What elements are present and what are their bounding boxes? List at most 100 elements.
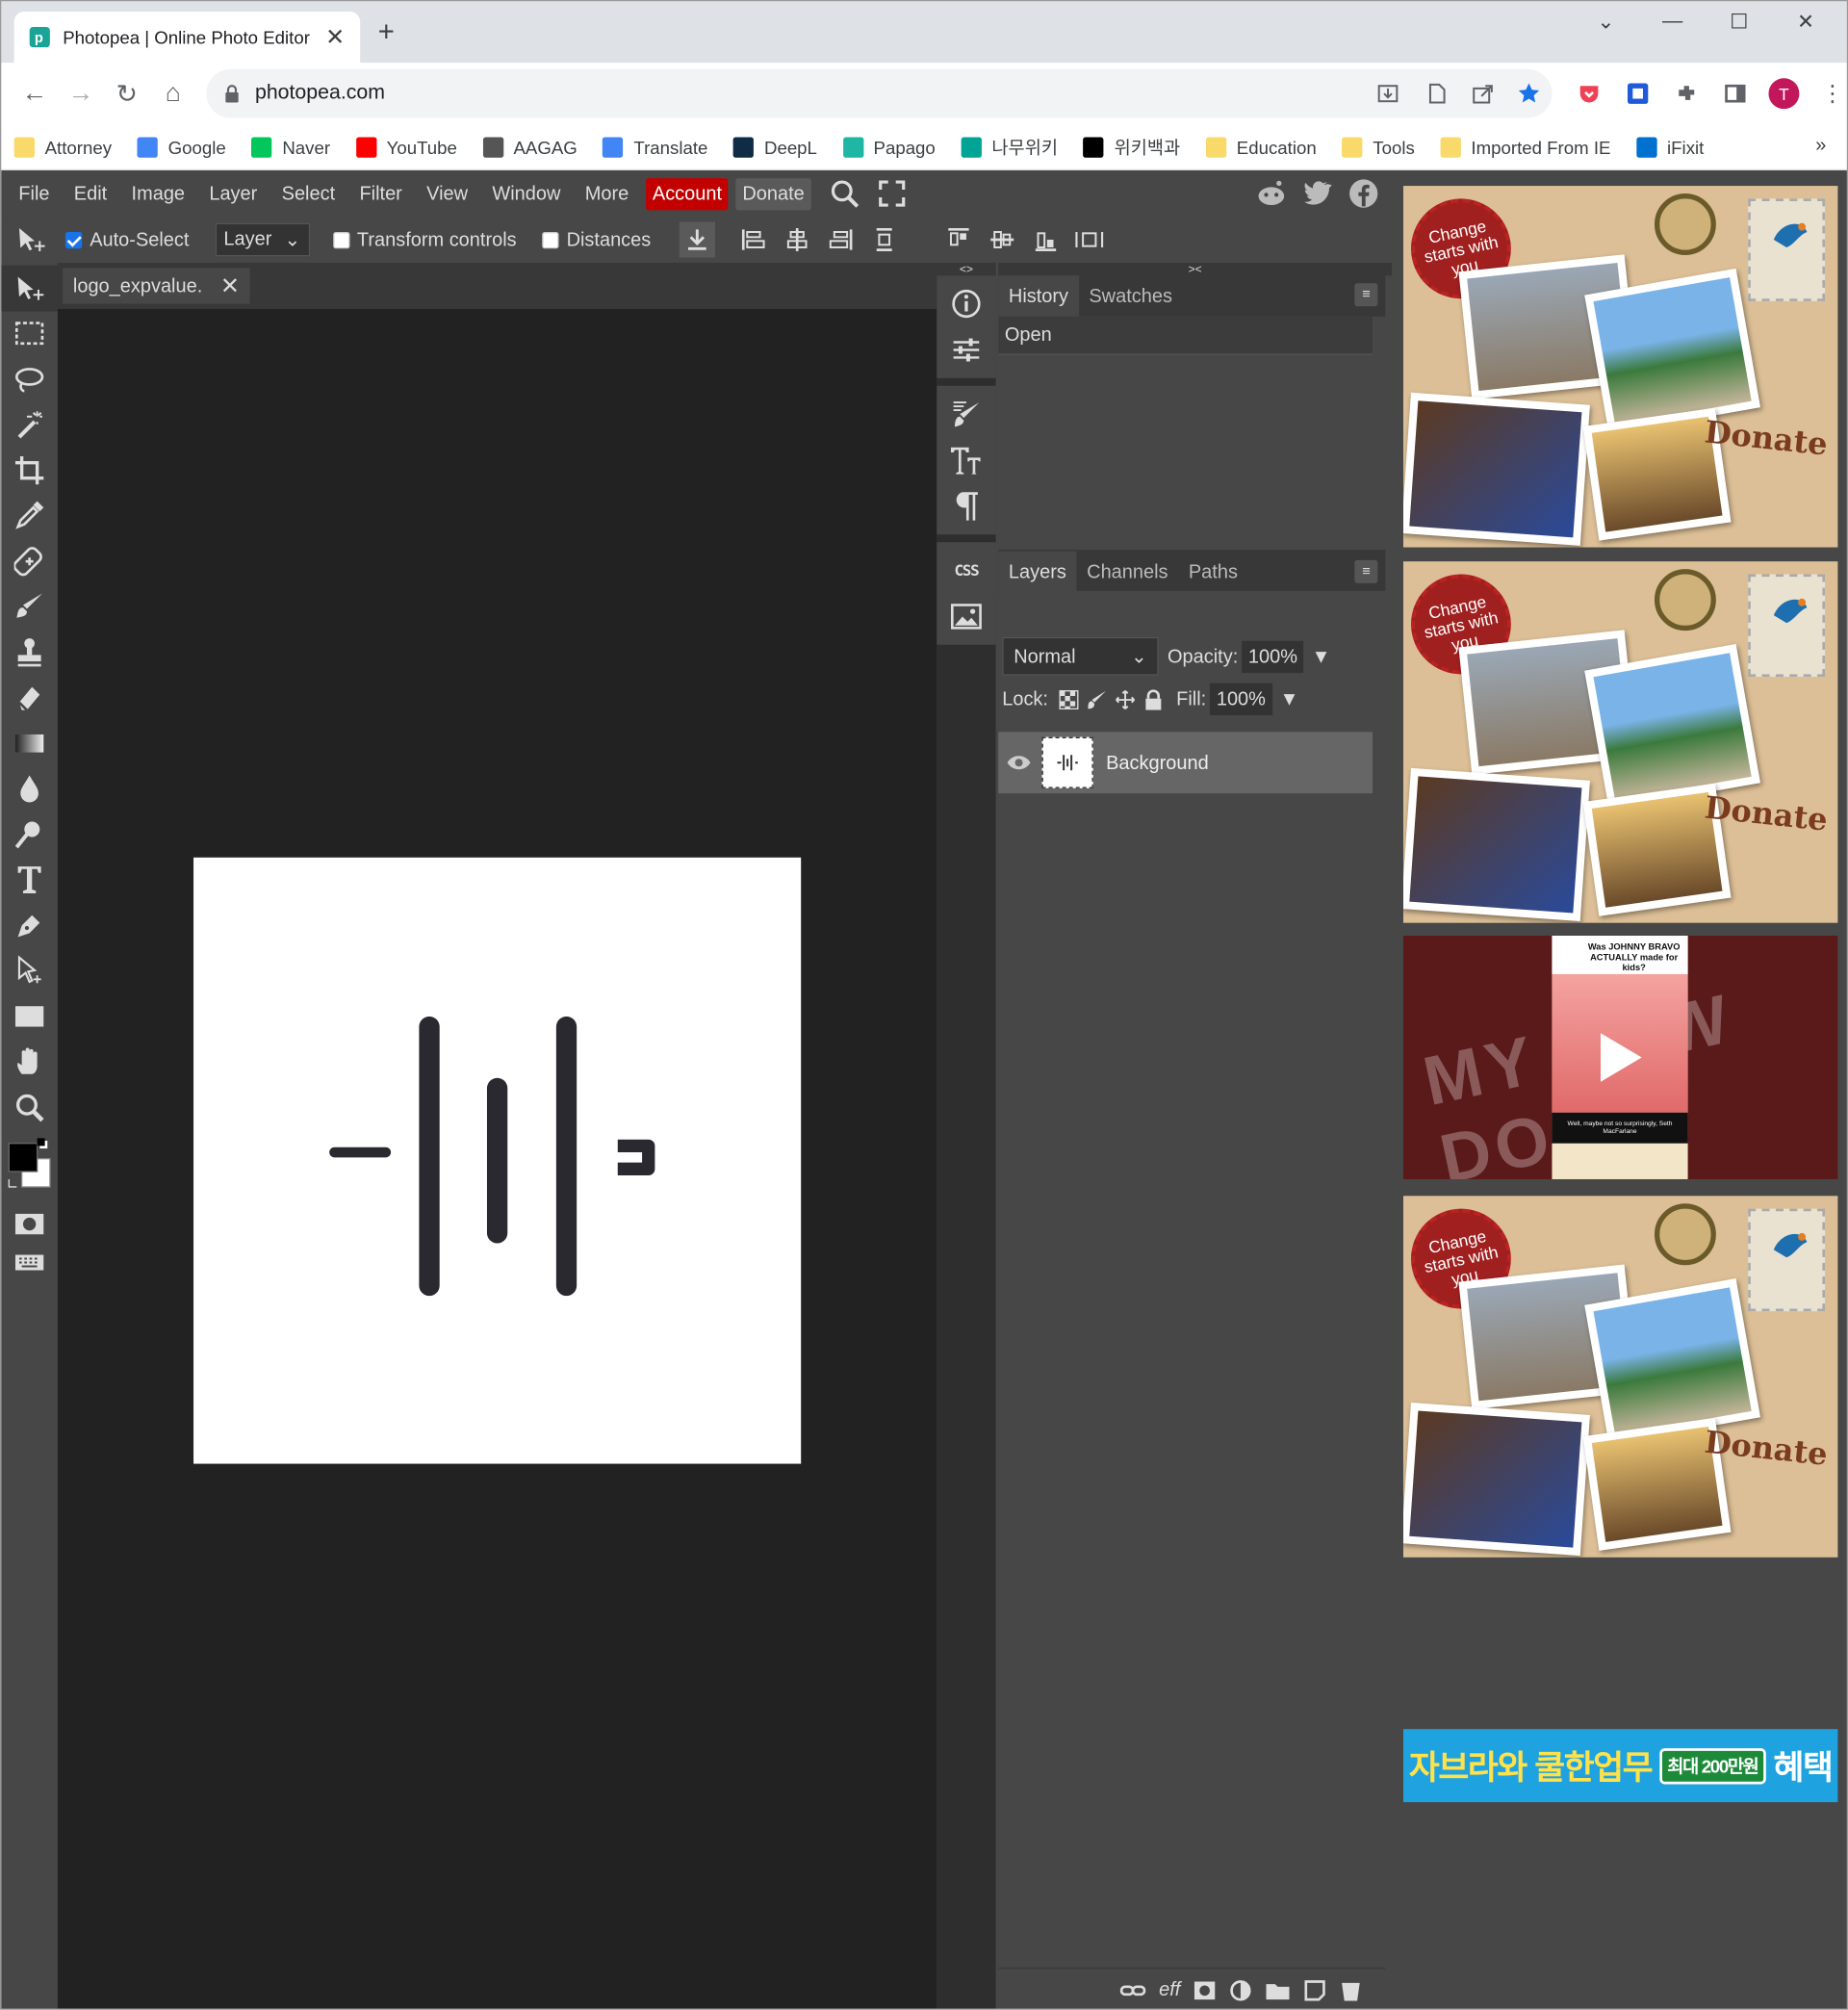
document-tab[interactable]: logo_expvalue. ✕ [63, 268, 250, 304]
adjustments-icon[interactable] [937, 327, 995, 374]
marquee-tool[interactable] [1, 311, 58, 356]
donate-postcard-ad[interactable]: Change starts with you Donate [1402, 186, 1838, 548]
tab-layers[interactable]: Layers [998, 551, 1077, 593]
chrome-menu-icon[interactable]: ⋮ [1810, 73, 1846, 115]
menu-view[interactable]: View [414, 170, 479, 217]
auto-select-target-dropdown[interactable]: Layer ⌄ [215, 222, 310, 257]
menu-edit[interactable]: Edit [62, 170, 119, 217]
donate-postcard-ad[interactable]: Change starts with you Donate [1402, 561, 1838, 923]
align-download-icon[interactable] [679, 221, 715, 258]
layer-effects-icon[interactable]: eff [1159, 1979, 1180, 2001]
bookmark-tools[interactable]: Tools [1342, 136, 1415, 158]
profile-avatar[interactable]: T [1762, 73, 1806, 115]
bookmark-translate[interactable]: Translate [603, 136, 707, 158]
opacity-dropdown-icon[interactable]: ▼ [1312, 645, 1331, 667]
canvas-area[interactable] [57, 308, 937, 2009]
page-icon[interactable] [1424, 81, 1450, 107]
side-panel-icon[interactable] [1713, 73, 1757, 115]
align-center-horizontal-icon[interactable] [779, 221, 814, 257]
history-panel-menu-icon[interactable]: ≡ [1354, 283, 1378, 307]
browser-tab[interactable]: p Photopea | Online Photo Editor ✕ [13, 11, 361, 64]
close-document-icon[interactable]: ✕ [220, 272, 240, 299]
close-tab-icon[interactable]: ✕ [325, 24, 345, 51]
bookmark-aagag[interactable]: AAGAG [482, 136, 578, 158]
keyboard-icon[interactable] [1, 1248, 58, 1278]
lock-all-icon[interactable] [1143, 688, 1164, 709]
bookmark-papago[interactable]: Papago [842, 136, 936, 158]
extension-blue-icon[interactable] [1616, 73, 1659, 115]
bookmarks-overflow-button[interactable]: » [1815, 135, 1826, 157]
quick-mask-icon[interactable] [1, 1201, 58, 1247]
forward-button[interactable]: → [58, 70, 104, 116]
install-app-icon[interactable] [1375, 81, 1401, 107]
menu-image[interactable]: Image [119, 170, 197, 217]
new-group-icon[interactable] [1265, 1980, 1291, 2000]
distances-checkbox[interactable]: Distances [542, 229, 651, 250]
play-icon[interactable] [1582, 1025, 1647, 1090]
align-right-icon[interactable] [823, 221, 859, 257]
bookmark-google[interactable]: Google [137, 136, 226, 158]
align-left-icon[interactable] [735, 221, 771, 257]
lock-transparency-icon[interactable] [1059, 689, 1079, 709]
facebook-icon[interactable] [1348, 178, 1379, 209]
transform-controls-checkbox[interactable]: Transform controls [332, 229, 517, 250]
maximize-button[interactable]: ☐ [1706, 9, 1772, 35]
align-top-icon[interactable] [940, 221, 976, 257]
move-tool[interactable] [1, 265, 58, 311]
crop-tool[interactable] [1, 448, 58, 493]
share-icon[interactable] [1470, 81, 1496, 107]
bookmark-[interactable]: 나무위키 [961, 134, 1058, 160]
tab-swatches[interactable]: Swatches [1079, 275, 1183, 317]
menu-layer[interactable]: Layer [197, 170, 270, 217]
eyedropper-tool[interactable] [1, 493, 58, 538]
eraser-tool[interactable] [1, 675, 58, 720]
new-tab-button[interactable]: + [378, 17, 395, 45]
video-ad[interactable]: MY NEW DORKWas JOHNNY BRAVO ACTUALLY mad… [1402, 935, 1838, 1179]
panel-collapse-arrows-icon[interactable]: >< [998, 262, 1393, 276]
account-button[interactable]: Account [646, 177, 729, 210]
distribute-horizontal-icon[interactable] [1071, 221, 1107, 257]
twitter-icon[interactable] [1302, 178, 1333, 209]
bookmark-youtube[interactable]: YouTube [355, 136, 457, 158]
blend-mode-dropdown[interactable]: Normal ⌄ [1002, 636, 1159, 676]
character-icon[interactable] [937, 437, 995, 483]
distribute-vertical-icon[interactable] [866, 221, 902, 257]
blur-tool[interactable] [1, 766, 58, 812]
menu-select[interactable]: Select [270, 170, 347, 217]
bookmark-attorney[interactable]: Attorney [13, 136, 112, 158]
lock-pixels-icon[interactable] [1087, 689, 1107, 709]
search-icon[interactable] [829, 178, 860, 209]
color-swatches[interactable] [1, 1130, 58, 1202]
dodge-tool[interactable] [1, 812, 58, 857]
menu-window[interactable]: Window [480, 170, 573, 217]
type-tool[interactable] [1, 857, 58, 902]
fullscreen-icon[interactable] [878, 179, 906, 207]
healing-brush-tool[interactable] [1, 538, 58, 583]
fill-dropdown-icon[interactable]: ▼ [1280, 688, 1299, 710]
align-bottom-icon[interactable] [1028, 221, 1064, 257]
layer-mask-icon[interactable] [1194, 1980, 1217, 2000]
bookmark-ifixit[interactable]: iFixit [1636, 136, 1704, 158]
menu-file[interactable]: File [7, 170, 62, 217]
brush-settings-icon[interactable] [937, 391, 995, 437]
pen-tool[interactable] [1, 902, 58, 947]
align-middle-vertical-icon[interactable] [984, 221, 1019, 257]
bookmark-imported-from-ie[interactable]: Imported From IE [1440, 136, 1610, 158]
image-icon[interactable] [937, 593, 995, 639]
delete-layer-icon[interactable] [1339, 1978, 1362, 2001]
eye-icon[interactable] [1006, 754, 1032, 772]
clone-stamp-tool[interactable] [1, 630, 58, 675]
tab-channels[interactable]: Channels [1077, 552, 1179, 593]
home-button[interactable]: ⌂ [150, 70, 196, 116]
link-layers-icon[interactable] [1120, 1981, 1146, 1999]
donate-postcard-ad[interactable]: Change starts with you Donate [1402, 1196, 1838, 1558]
info-icon[interactable] [937, 281, 995, 327]
lock-position-icon[interactable] [1115, 689, 1135, 709]
new-layer-icon[interactable] [1303, 1978, 1326, 2001]
lasso-tool[interactable] [1, 356, 58, 401]
gradient-tool[interactable] [1, 720, 58, 765]
reddit-icon[interactable] [1256, 178, 1287, 209]
tab-paths[interactable]: Paths [1178, 552, 1247, 593]
pocket-icon[interactable] [1567, 73, 1610, 115]
path-select-tool[interactable] [1, 948, 58, 993]
